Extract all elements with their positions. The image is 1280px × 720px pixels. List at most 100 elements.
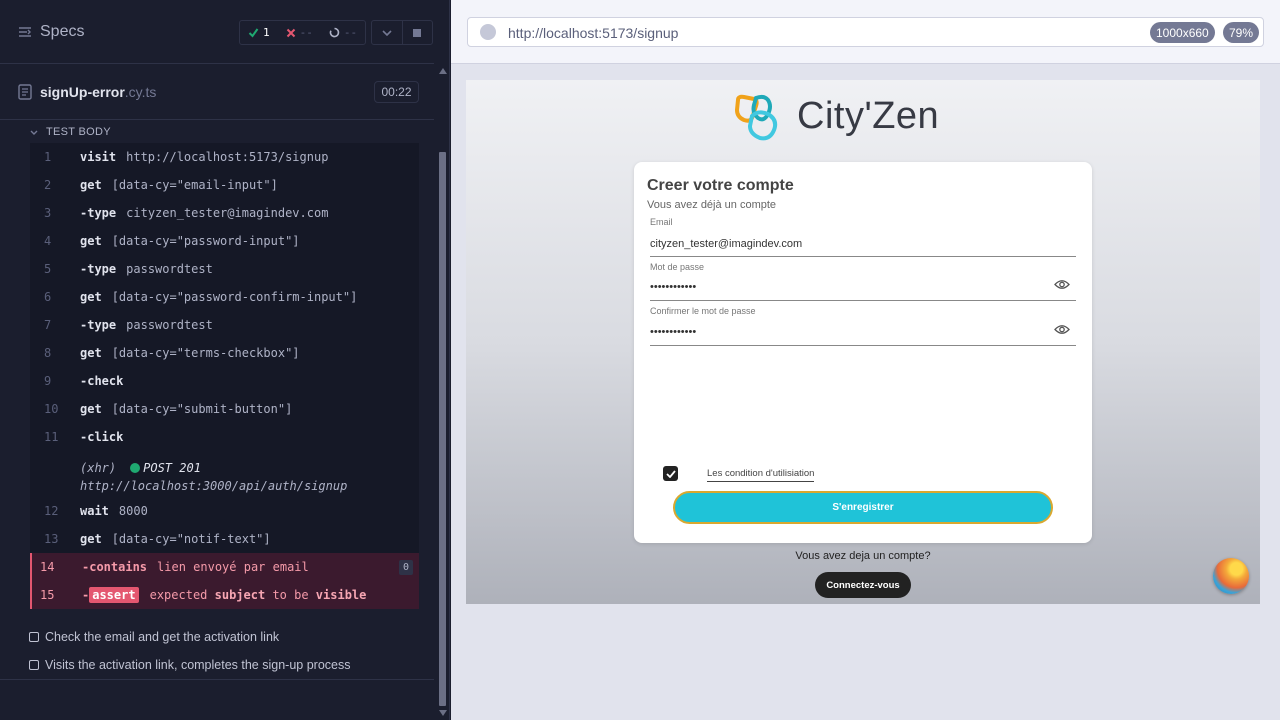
test-stats: 1 -- --	[239, 20, 367, 45]
failed-stat: --	[278, 26, 321, 39]
card-subtitle: Vous avez déjà un compte	[647, 199, 777, 211]
command-row[interactable]: 5 type passwordtest	[30, 255, 419, 283]
stop-button[interactable]	[401, 21, 433, 44]
command-log: 1 visit http://localhost:5173/signup 2 get […	[30, 143, 419, 609]
command-row[interactable]: 11 click	[30, 423, 419, 451]
spec-ext-text: .cy.ts	[124, 84, 157, 100]
command-row[interactable]: 1 visit http://localhost:5173/signup	[30, 143, 419, 171]
command-name: wait	[80, 504, 109, 518]
login-button[interactable]: Connectez-vous	[815, 572, 911, 598]
assert-badge: assert	[89, 587, 139, 603]
command-name: get	[80, 346, 102, 360]
command-number: 6	[44, 290, 52, 304]
pending-test-2[interactable]: Visits the activation link, completes th…	[29, 658, 350, 672]
xhr-url: http://localhost:3000/api/auth/signup	[80, 479, 348, 493]
command-row[interactable]: 9 check	[30, 367, 419, 395]
failed-assert-row[interactable]: 15 - assert expected subject to be visible	[30, 581, 419, 609]
assert-word: subject	[214, 588, 266, 602]
scroll-down-arrow-icon[interactable]	[439, 710, 447, 716]
password-label: Mot de passe	[650, 262, 705, 272]
command-number: 13	[44, 532, 59, 546]
reporter-controls	[371, 20, 433, 45]
already-account-text: Vous avez deja un compte?	[795, 550, 931, 562]
reporter-scrollbar[interactable]	[437, 64, 448, 720]
viewport-badge[interactable]: 1000x660	[1150, 22, 1215, 43]
zoom-badge[interactable]: 79%	[1223, 22, 1260, 43]
failed-count: --	[299, 26, 313, 39]
email-label: Email	[650, 217, 673, 227]
submit-button[interactable]: S'enregistrer	[673, 491, 1053, 524]
spec-filename[interactable]: signUp-error.cy.ts	[40, 84, 156, 100]
eye-icon[interactable]	[1054, 279, 1070, 290]
password-field[interactable]: Mot de passe ••••••••••••	[650, 262, 1076, 301]
pending-test-title: Check the email and get the activation l…	[45, 630, 280, 644]
command-row[interactable]: 4 get [data-cy="password-input"]	[30, 227, 419, 255]
xhr-method: POST 201	[143, 461, 201, 475]
specs-title[interactable]: Specs	[40, 23, 84, 41]
command-number: 5	[44, 262, 52, 276]
command-arg: [data-cy="terms-checkbox"]	[111, 346, 300, 360]
chevron-down-icon	[30, 130, 38, 135]
email-field[interactable]: Email cityzen_tester@imagindev.com	[650, 217, 1076, 257]
password-input[interactable]: ••••••••••••	[650, 281, 696, 293]
command-name: get	[80, 402, 102, 416]
command-row[interactable]: 6 get [data-cy="password-confirm-input"]	[30, 283, 419, 311]
command-number: 7	[44, 318, 52, 332]
collapse-button[interactable]	[372, 21, 402, 44]
failed-command-row[interactable]: 14 contains lien envoyé par email 0	[30, 553, 419, 581]
spec-header: signUp-error.cy.ts 00:22	[0, 72, 434, 120]
pending-test-1[interactable]: Check the email and get the activation l…	[29, 630, 279, 644]
command-number: 4	[44, 234, 52, 248]
test-body-label: TEST BODY	[46, 126, 111, 138]
email-input[interactable]: cityzen_tester@imagindev.com	[650, 238, 802, 250]
pending-circle-icon	[329, 27, 340, 38]
assert-word: visible	[315, 588, 367, 602]
app-logo-text: City'Zen	[797, 95, 940, 137]
passed-count: 1	[263, 26, 270, 39]
command-row[interactable]: 3 type cityzen_tester@imagindev.com	[30, 199, 419, 227]
scroll-thumb[interactable]	[439, 152, 446, 706]
command-arg: http://localhost:5173/signup	[126, 150, 329, 164]
passed-stat: 1	[240, 26, 278, 39]
app-under-test-panel: http://localhost:5173/signup 1000x660 79…	[451, 0, 1280, 720]
command-row[interactable]: 13 get [data-cy="notif-text"]	[30, 525, 419, 553]
command-name: contains	[82, 560, 147, 574]
app-iframe: City'Zen Creer votre compte Vous avez dé…	[466, 80, 1260, 604]
command-name: type	[80, 318, 116, 332]
command-row[interactable]: 2 get [data-cy="email-input"]	[30, 171, 419, 199]
command-name: - assert	[82, 587, 140, 603]
divider	[0, 679, 434, 680]
terms-checkbox[interactable]	[663, 466, 678, 481]
check-icon	[248, 28, 259, 38]
specs-list-icon[interactable]	[18, 25, 32, 39]
terms-link[interactable]: Les condition d'utilisiation	[707, 468, 815, 482]
assert-message: expected subject to be visible	[150, 588, 367, 602]
assert-word: expected	[149, 588, 208, 602]
command-number: 14	[40, 560, 55, 574]
password-confirm-input[interactable]: ••••••••••••	[650, 326, 696, 338]
command-row[interactable]: 8 get [data-cy="terms-checkbox"]	[30, 339, 419, 367]
command-row[interactable]: 7 type passwordtest	[30, 311, 419, 339]
command-name: get	[80, 234, 102, 248]
command-arg: 8000	[118, 504, 148, 518]
floating-avatar[interactable]	[1213, 558, 1249, 594]
signup-card: Creer votre compte Vous avez déjà un com…	[634, 162, 1092, 543]
command-number: 10	[44, 402, 59, 416]
pending-square-icon	[29, 632, 39, 642]
pending-test-title: Visits the activation link, completes th…	[45, 658, 351, 672]
password-confirm-field[interactable]: Confirmer le mot de passe ••••••••••••	[650, 306, 1076, 346]
command-number: 9	[44, 374, 52, 388]
test-body-toggle[interactable]: TEST BODY	[30, 126, 111, 138]
command-row[interactable]: 10 get [data-cy="submit-button"]	[30, 395, 419, 423]
command-arg: cityzen_tester@imagindev.com	[126, 206, 329, 220]
command-name: type	[80, 206, 116, 220]
pending-count: --	[343, 26, 358, 39]
check-icon	[665, 469, 676, 478]
scroll-up-arrow-icon[interactable]	[439, 68, 447, 74]
command-name: get	[80, 290, 102, 304]
url-text: http://localhost:5173/signup	[508, 25, 679, 41]
url-bar[interactable]: http://localhost:5173/signup 1000x660 79…	[467, 17, 1264, 47]
xhr-log-entry[interactable]: (xhr) POST 201 http://localhost:3000/api/…	[30, 451, 419, 497]
command-row[interactable]: 12 wait 8000	[30, 497, 419, 525]
eye-icon[interactable]	[1054, 324, 1070, 335]
